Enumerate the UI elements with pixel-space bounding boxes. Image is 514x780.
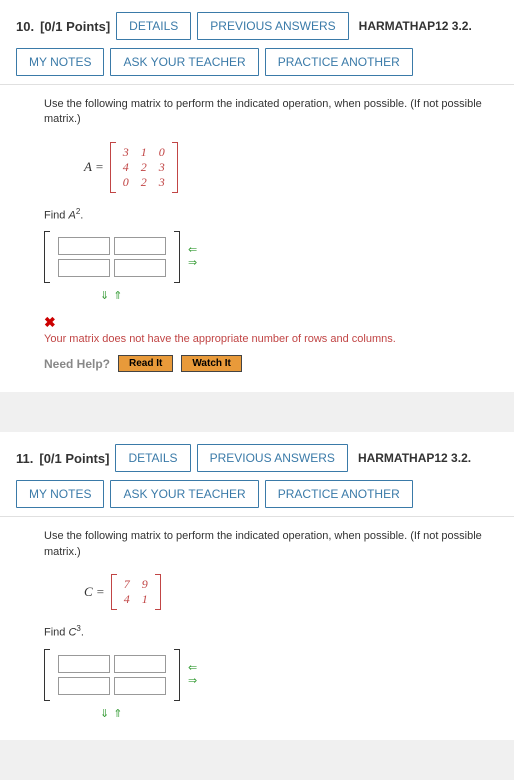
error-message: Your matrix does not have the appropriat… [44,333,506,345]
matrix-definition: C = 79 41 [84,574,506,610]
question-10: 10. [0/1 Points] DETAILS PREVIOUS ANSWER… [0,0,514,392]
bracket-right-icon [174,649,180,701]
matrix-cell-input[interactable] [114,259,166,277]
read-it-button[interactable]: Read It [118,355,173,372]
add-column-icon[interactable]: ⇒ [188,676,197,687]
bracket-right-icon [155,574,161,610]
practice-another-button[interactable]: PRACTICE ANOTHER [265,48,413,76]
question-points: [0/1 Points] [39,451,109,466]
question-body: Use the following matrix to perform the … [0,85,514,392]
question-number: 10. [16,19,34,34]
remove-row-icon[interactable]: ⇑ [113,707,122,720]
remove-column-icon[interactable]: ⇐ [188,663,197,674]
matrix-cell-input[interactable] [58,677,110,695]
question-11: 11. [0/1 Points] DETAILS PREVIOUS ANSWER… [0,432,514,739]
add-column-icon[interactable]: ⇒ [188,258,197,269]
find-prompt: Find A2. [44,207,506,222]
ask-teacher-button[interactable]: ASK YOUR TEACHER [110,48,258,76]
matrix-cell-input[interactable] [58,237,110,255]
need-help-label: Need Help? [44,357,110,371]
ask-teacher-button[interactable]: ASK YOUR TEACHER [110,480,258,508]
details-button[interactable]: DETAILS [116,12,191,40]
bracket-left-icon [44,231,50,283]
question-header: 11. [0/1 Points] DETAILS PREVIOUS ANSWER… [0,432,514,517]
remove-column-icon[interactable]: ⇐ [188,245,197,256]
bracket-right-icon [172,142,178,193]
bracket-right-icon [174,231,180,283]
add-row-icon[interactable]: ⇓ [100,289,109,302]
instruction-text: Use the following matrix to perform the … [44,97,506,128]
bracket-left-icon [110,142,116,193]
error-icon: ✖ [44,314,506,331]
question-header: 10. [0/1 Points] DETAILS PREVIOUS ANSWER… [0,0,514,85]
instruction-text: Use the following matrix to perform the … [44,529,506,560]
matrix-variable: A = [84,159,104,175]
bracket-left-icon [111,574,117,610]
matrix-cell-input[interactable] [114,677,166,695]
previous-answers-button[interactable]: PREVIOUS ANSWERS [197,444,348,472]
my-notes-button[interactable]: MY NOTES [16,480,104,508]
answer-matrix-input: ⇐ ⇒ [44,649,506,701]
matrix-cell-input[interactable] [58,655,110,673]
add-row-icon[interactable]: ⇓ [100,707,109,720]
matrix-definition: A = 310 423 023 [84,142,506,193]
matrix-variable: C = [84,584,105,600]
my-notes-button[interactable]: MY NOTES [16,48,104,76]
question-number: 11. [16,451,33,466]
source-reference: HARMATHAP12 3.2. [358,451,471,465]
matrix-cell-input[interactable] [58,259,110,277]
practice-another-button[interactable]: PRACTICE ANOTHER [265,480,413,508]
details-button[interactable]: DETAILS [115,444,190,472]
bracket-left-icon [44,649,50,701]
need-help-row: Need Help? Read It Watch It [44,355,506,372]
previous-answers-button[interactable]: PREVIOUS ANSWERS [197,12,348,40]
question-points: [0/1 Points] [40,19,110,34]
matrix-cell-input[interactable] [114,655,166,673]
answer-matrix-input: ⇐ ⇒ [44,231,506,283]
matrix-cell-input[interactable] [114,237,166,255]
find-prompt: Find C3. [44,624,506,639]
error-block: ✖ Your matrix does not have the appropri… [44,314,506,345]
source-reference: HARMATHAP12 3.2. [359,19,472,33]
question-body: Use the following matrix to perform the … [0,517,514,739]
watch-it-button[interactable]: Watch It [181,355,242,372]
remove-row-icon[interactable]: ⇑ [113,289,122,302]
